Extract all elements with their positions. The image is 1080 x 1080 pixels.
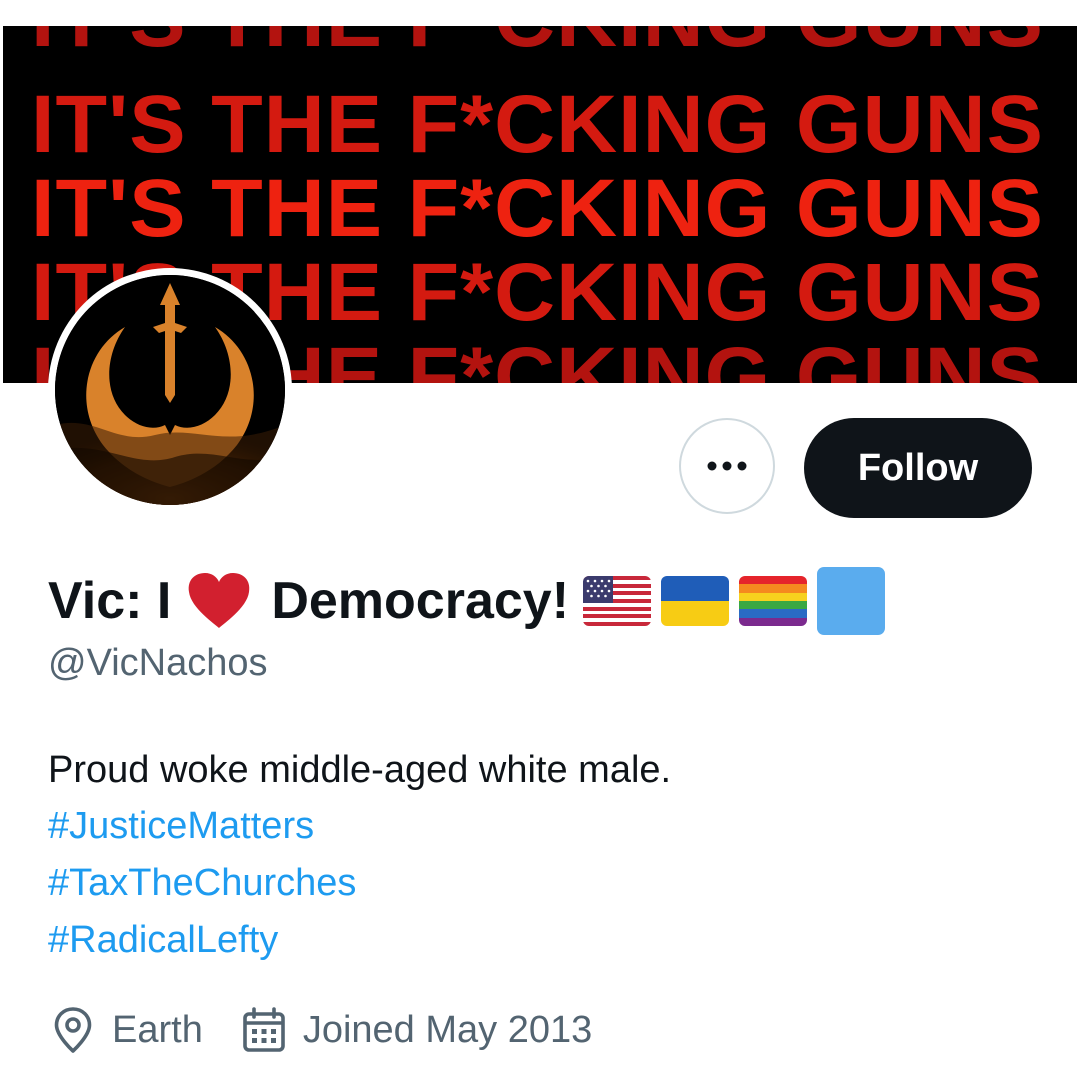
red-heart-icon <box>187 572 251 630</box>
profile-meta: Earth Joined May 2013 <box>48 1002 592 1058</box>
us-flag-icon <box>583 576 652 626</box>
more-options-icon <box>704 460 750 472</box>
more-options-button[interactable] <box>679 418 775 514</box>
name-emojis <box>583 567 886 635</box>
profile-bio: Proud woke middle-aged white male. #Just… <box>48 742 671 969</box>
location: Earth <box>48 1005 203 1055</box>
banner-text-line: IT'S THE F*CKING GUNS <box>31 163 1045 254</box>
banner-text-line: IT'S THE F*CKING GUNS <box>31 26 1044 60</box>
display-name: Vic: I Democracy! <box>48 566 886 636</box>
ukraine-flag-icon <box>661 576 730 626</box>
banner-text-line: IT'S THE F*CKING GUNS <box>31 79 1045 170</box>
hashtag-link[interactable]: #RadicalLefty <box>48 912 671 969</box>
hashtag-link[interactable]: #JusticeMatters <box>48 798 671 855</box>
avatar[interactable] <box>48 268 292 512</box>
blue-square-icon <box>817 567 886 635</box>
display-name-part1: Vic: I <box>48 572 172 630</box>
username-handle: @VicNachos <box>48 642 268 684</box>
follow-button[interactable]: Follow <box>804 418 1032 518</box>
hashtag-link[interactable]: #TaxTheChurches <box>48 855 671 912</box>
bio-text: Proud woke middle-aged white male. <box>48 749 672 791</box>
joined-text: Joined May 2013 <box>302 1008 593 1051</box>
rebel-alliance-icon <box>55 275 285 505</box>
calendar-icon <box>239 1005 289 1055</box>
display-name-part2: Democracy! <box>271 572 570 630</box>
rainbow-flag-icon <box>739 576 808 626</box>
join-date: Joined May 2013 <box>239 1005 592 1055</box>
location-text: Earth <box>112 1008 203 1051</box>
location-pin-icon <box>48 1005 98 1055</box>
